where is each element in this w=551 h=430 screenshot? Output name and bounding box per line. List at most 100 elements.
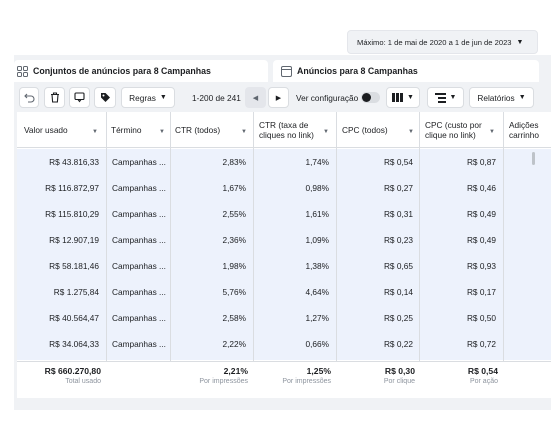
breakdown-button[interactable]: ▼ [427, 87, 464, 108]
column-header-cpc-all[interactable]: CPC (todos) ▼ [342, 112, 420, 148]
cell-ctr-link: 1,27% [305, 313, 329, 323]
cell-cpc-all: R$ 0,25 [383, 313, 413, 323]
total-value: R$ 660.270,80 [44, 366, 101, 376]
table-row[interactable]: R$ 12.907,19 Campanhas ... 2,36% 1,09% R… [17, 227, 551, 253]
next-page-button[interactable]: ▶ [268, 87, 289, 108]
cell-amount-spent: R$ 12.907,19 [49, 235, 99, 245]
column-header-ctr-all[interactable]: CTR (todos) ▼ [175, 112, 253, 148]
vertical-scrollbar[interactable] [532, 152, 535, 165]
sort-icon: ▼ [92, 129, 98, 135]
chevron-left-icon: ◀ [252, 94, 259, 102]
undo-icon [23, 93, 34, 103]
column-header-label: CTR (taxa de cliques no link) [259, 120, 314, 140]
cell-cpc-all: R$ 0,54 [383, 157, 413, 167]
breakdown-icon [434, 92, 446, 103]
total-amount-spent: R$ 660.270,80 Total usado [17, 366, 101, 396]
column-header-end[interactable]: Término ▼ [111, 112, 171, 148]
total-label: Total usado [65, 378, 101, 385]
grid-icon [17, 65, 28, 77]
sort-icon: ▼ [489, 129, 495, 135]
delete-button[interactable] [44, 87, 65, 108]
cell-end: Campanhas ... [112, 313, 166, 323]
cell-ctr-all: 2,58% [222, 313, 246, 323]
cell-cpc-link: R$ 0,93 [466, 261, 496, 271]
sort-icon: ▼ [323, 129, 329, 135]
column-header-cpc-link[interactable]: CPC (custo por clique no link) ▼ [425, 112, 501, 148]
cell-end: Campanhas ... [112, 183, 166, 193]
cell-ctr-link: 1,09% [305, 235, 329, 245]
column-header-label: Término [111, 125, 142, 135]
total-ctr-all: 2,21% Por impressões [177, 366, 248, 396]
cell-amount-spent: R$ 1.275,84 [53, 287, 99, 297]
date-range-picker[interactable]: Máximo: 1 de mai de 2020 a 1 de jun de 2… [347, 30, 538, 54]
column-header-ctr-link[interactable]: CTR (taxa de cliques no link) ▼ [259, 112, 335, 148]
reports-dropdown[interactable]: Relatórios ▼ [469, 87, 534, 108]
column-header-label: CTR (todos) [175, 125, 221, 135]
cell-ctr-link: 1,74% [305, 157, 329, 167]
reports-label: Relatórios [477, 92, 515, 103]
table-row[interactable]: R$ 116.872,97 Campanhas ... 1,67% 0,98% … [17, 175, 551, 201]
cell-amount-spent: R$ 40.564,47 [49, 313, 99, 323]
chevron-down-icon: ▼ [516, 38, 524, 46]
ad-square-icon [281, 65, 292, 77]
chevron-right-icon: ▶ [275, 94, 282, 102]
cell-end: Campanhas ... [112, 157, 166, 167]
cell-cpc-link: R$ 0,72 [466, 339, 496, 349]
cell-ctr-link: 0,66% [305, 339, 329, 349]
total-label: Por impressões [282, 378, 331, 385]
cell-ctr-all: 1,67% [222, 183, 246, 193]
total-cpc-all: R$ 0,30 Por clique [343, 366, 415, 396]
total-label: Por impressões [199, 378, 248, 385]
table-row[interactable]: R$ 58.181,46 Campanhas ... 1,98% 1,38% R… [17, 253, 551, 279]
cell-cpc-all: R$ 0,23 [383, 235, 413, 245]
chevron-down-icon: ▼ [407, 94, 414, 101]
cell-amount-spent: R$ 58.181,46 [49, 261, 99, 271]
total-ctr-link: 1,25% Por impressões [260, 366, 331, 396]
table-row[interactable]: R$ 1.275,84 Campanhas ... 5,76% 4,64% R$… [17, 279, 551, 305]
column-header-label: CPC (todos) [342, 125, 388, 135]
total-label: Por ação [469, 378, 498, 385]
cell-end: Campanhas ... [112, 261, 166, 271]
trash-icon [50, 92, 59, 103]
cell-cpc-link: R$ 0,17 [466, 287, 496, 297]
total-value: 1,25% [306, 366, 331, 376]
cell-ctr-link: 0,98% [305, 183, 329, 193]
cell-ctr-all: 5,76% [222, 287, 246, 297]
tab-ads[interactable]: Anúncios para 8 Campanhas [273, 60, 539, 82]
cell-ctr-all: 2,22% [222, 339, 246, 349]
rules-dropdown[interactable]: Regras ▼ [121, 87, 175, 108]
cell-ctr-link: 4,64% [305, 287, 329, 297]
tab-ads-label: Anúncios para 8 Campanhas [297, 66, 418, 76]
previous-page-button[interactable]: ◀ [245, 87, 266, 108]
column-divider [170, 112, 171, 398]
preview-button[interactable] [69, 87, 90, 108]
cell-amount-spent: R$ 34.064,33 [49, 339, 99, 349]
tag-button[interactable] [94, 87, 116, 108]
cell-ctr-link: 1,61% [305, 209, 329, 219]
table-row[interactable]: R$ 34.064,33 Campanhas ... 2,22% 0,66% R… [17, 331, 551, 357]
cell-amount-spent: R$ 116.872,97 [45, 183, 99, 193]
comment-preview-icon [74, 92, 85, 103]
cell-cpc-link: R$ 0,49 [466, 209, 496, 219]
table-row[interactable]: R$ 43.816,33 Campanhas ... 2,83% 1,74% R… [17, 149, 551, 175]
column-divider [503, 112, 504, 398]
undo-button[interactable] [19, 87, 39, 108]
chevron-down-icon: ▼ [518, 94, 526, 101]
cell-ctr-all: 1,98% [222, 261, 246, 271]
table-row[interactable]: R$ 115.810,29 Campanhas ... 2,55% 1,61% … [17, 201, 551, 227]
cell-cpc-link: R$ 0,46 [466, 183, 496, 193]
cell-ctr-all: 2,55% [222, 209, 246, 219]
column-divider [106, 112, 107, 398]
view-config-toggle[interactable] [361, 92, 380, 103]
columns-button[interactable]: ▼ [386, 87, 420, 108]
cell-end: Campanhas ... [112, 339, 166, 349]
total-label: Por clique [383, 378, 415, 385]
column-header-add-to-cart[interactable]: Adições carrinho [509, 112, 551, 148]
tab-ad-sets[interactable]: Conjuntos de anúncios para 8 Campanhas [14, 60, 268, 82]
cell-cpc-all: R$ 0,27 [383, 183, 413, 193]
table-row[interactable]: R$ 40.564,47 Campanhas ... 2,58% 1,27% R… [17, 305, 551, 331]
table-body: R$ 43.816,33 Campanhas ... 2,83% 1,74% R… [17, 149, 551, 360]
column-header-label: Valor usado [24, 125, 68, 135]
column-header-amount-spent[interactable]: Valor usado ▼ [24, 112, 104, 148]
column-divider [253, 112, 254, 398]
